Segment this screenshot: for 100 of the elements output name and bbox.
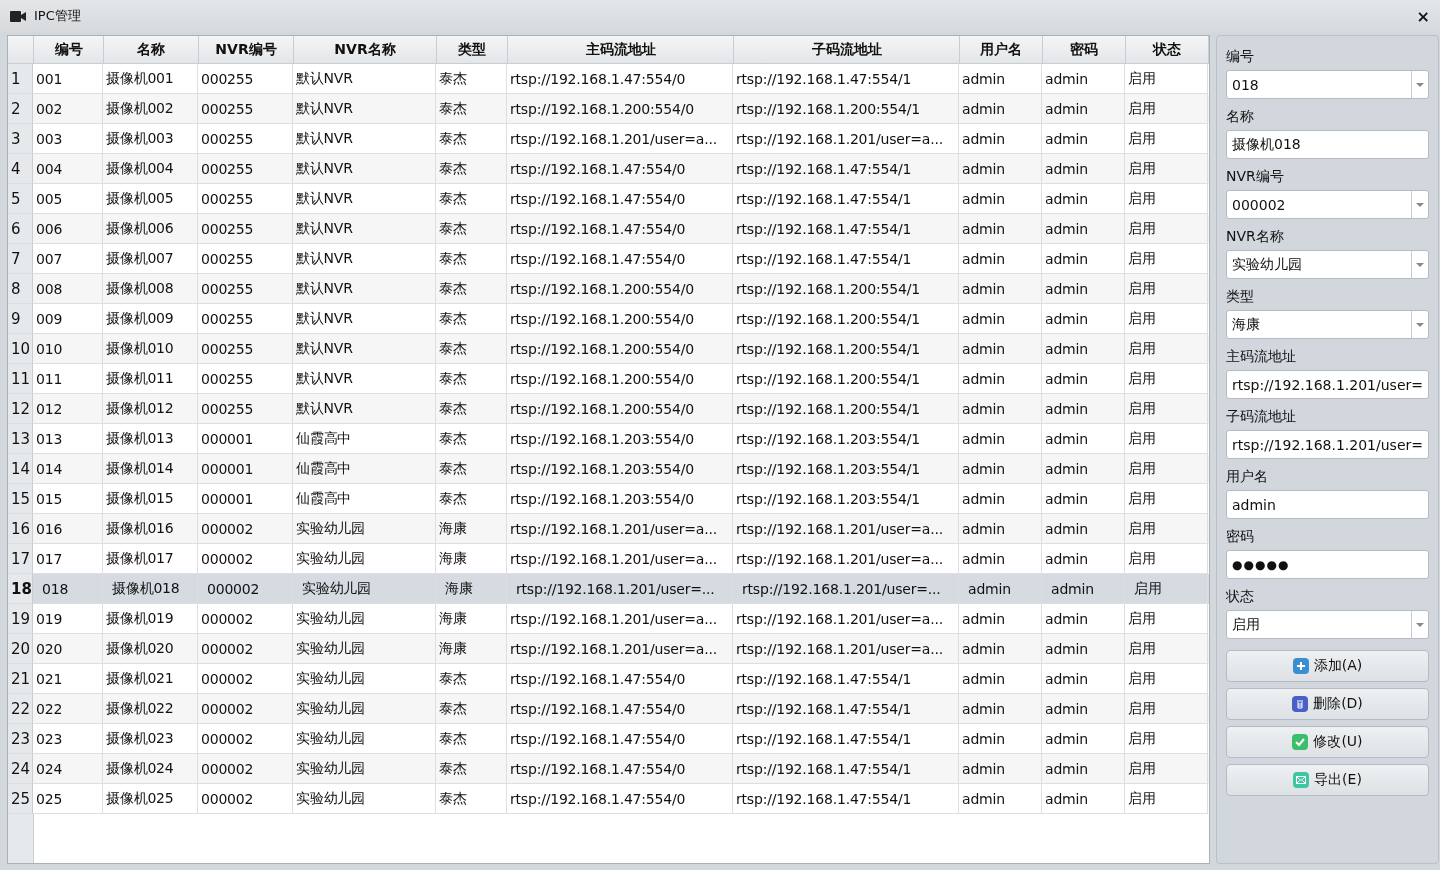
row-number[interactable]: 22 [8,694,33,724]
row-number[interactable]: 21 [8,664,33,694]
row-number[interactable]: 8 [8,274,33,304]
row-number[interactable]: 3 [8,124,33,154]
column-header[interactable]: 状态 [1126,36,1209,63]
action-button[interactable]: 添加(A) [1226,650,1429,682]
trash-icon [1292,696,1309,712]
row-number[interactable]: 5 [8,184,33,214]
field-label: 用户名 [1226,467,1269,486]
column-header[interactable]: 主码流地址 [508,36,734,63]
combo-box[interactable]: 018 [1226,70,1429,99]
row-number[interactable]: 17 [8,544,33,574]
column-header[interactable]: 类型 [437,36,508,63]
table-cell: 000002 [198,784,293,814]
field-label: 密码 [1226,527,1255,546]
dropdown-arrow-icon [1416,82,1424,87]
input-field[interactable]: rtsp://192.168.1.201/user= [1226,430,1429,459]
table-cell: 摄像机025 [103,784,198,814]
table-cell: admin [1042,784,1125,814]
row-number[interactable]: 24 [8,754,33,784]
column-header[interactable]: 名称 [104,36,199,63]
column-header[interactable]: 子码流地址 [734,36,960,63]
row-number[interactable]: 18 [8,574,33,604]
table-row[interactable]: 3 003 摄像机003 000255 默认NVR 泰杰 rtsp://192.168.1.201/user=a... rtsp://192.168.1.201/user=a... admin admin 启用 [8,124,1209,154]
table-row[interactable]: 5 005 摄像机005 000255 默认NVR 泰杰 rtsp://192.168.1.47:554/0 rtsp://192.168.1.47:554/1 admin admin 启用 [8,184,1209,214]
table-row[interactable]: 24 024 摄像机024 000002 实验幼儿园 泰杰 rtsp://192.168.1.47:554/0 rtsp://192.168.1.47:554/1 admin admin 启用 [8,754,1209,784]
column-header[interactable]: NVR名称 [294,36,437,63]
column-header[interactable]: 用户名 [960,36,1043,63]
table-row[interactable]: 23 023 摄像机023 000002 实验幼儿园 泰杰 rtsp://192.168.1.47:554/0 rtsp://192.168.1.47:554/1 admin admin 启用 [8,724,1209,754]
action-button[interactable]: 导出(E) [1226,764,1429,796]
combo-box[interactable]: 000002 [1226,190,1429,219]
envelope-icon [1293,772,1310,788]
column-header[interactable]: 编号 [34,36,104,63]
input-field[interactable]: admin [1226,490,1429,519]
row-number[interactable]: 10 [8,334,33,364]
dropdown-arrow-icon [1416,322,1424,327]
table-row[interactable]: 17 017 摄像机017 000002 实验幼儿园 海康 rtsp://192.168.1.201/user=a... rtsp://192.168.1.201/user=a... admin admin 启用 [8,544,1209,574]
input-field[interactable]: rtsp://192.168.1.201/user= [1226,370,1429,399]
table-row[interactable]: 25 025 摄像机025 000002 实验幼儿园 泰杰 rtsp://192.168.1.47:554/0 rtsp://192.168.1.47:554/1 admin admin 启用 [8,784,1209,814]
table-row[interactable]: 16 016 摄像机016 000002 实验幼儿园 海康 rtsp://192.168.1.201/user=a... rtsp://192.168.1.201/user=a... admin admin 启用 [8,514,1209,544]
table-row[interactable]: 18 018 摄像机018 000002 实验幼儿园 海康 rtsp://192.168.1.201/user=... rtsp://192.168.1.201/user=... admin admin 启用 [8,574,1209,604]
dropdown-arrow-icon [1416,202,1424,207]
field-label: 主码流地址 [1226,347,1297,366]
table-row[interactable]: 13 013 摄像机013 000001 仙霞高中 泰杰 rtsp://192.168.1.203:554/0 rtsp://192.168.1.203:554/1 admin admin 启用 [8,424,1209,454]
table-row[interactable]: 1 001 摄像机001 000255 默认NVR 泰杰 rtsp://192.168.1.47:554/0 rtsp://192.168.1.47:554/1 admin admin 启用 [8,64,1209,94]
row-number[interactable]: 4 [8,154,33,184]
field-label: NVR名称 [1226,227,1285,246]
row-number[interactable]: 20 [8,634,33,664]
window-title: IPC管理 [34,7,82,25]
column-header[interactable]: NVR编号 [199,36,294,63]
row-number[interactable]: 1 [8,64,33,94]
table-row[interactable]: 15 015 摄像机015 000001 仙霞高中 泰杰 rtsp://192.168.1.203:554/0 rtsp://192.168.1.203:554/1 admin admin 启用 [8,484,1209,514]
row-number[interactable]: 6 [8,214,33,244]
row-number[interactable]: 23 [8,724,33,754]
checkmark-icon [1292,734,1309,750]
table-row[interactable]: 7 007 摄像机007 000255 默认NVR 泰杰 rtsp://192.168.1.47:554/0 rtsp://192.168.1.47:554/1 admin admin 启用 [8,244,1209,274]
field-label: 编号 [1226,47,1255,66]
input-field[interactable]: 摄像机018 [1226,130,1429,159]
row-number[interactable]: 9 [8,304,33,334]
row-number[interactable]: 2 [8,94,33,124]
table-row[interactable]: 12 012 摄像机012 000255 默认NVR 泰杰 rtsp://192.168.1.200:554/0 rtsp://192.168.1.200:554/1 admin admin 启用 [8,394,1209,424]
table-cell: rtsp://192.168.1.47:554/1 [733,784,959,814]
table-row[interactable]: 11 011 摄像机011 000255 默认NVR 泰杰 rtsp://192.168.1.200:554/0 rtsp://192.168.1.200:554/1 admin admin 启用 [8,364,1209,394]
table-row[interactable]: 19 019 摄像机019 000002 实验幼儿园 海康 rtsp://192.168.1.201/user=a... rtsp://192.168.1.201/user=a... admin admin 启用 [8,604,1209,634]
action-button[interactable]: 修改(U) [1226,726,1429,758]
combo-box[interactable]: 实验幼儿园 [1226,250,1429,279]
combo-box[interactable]: 海康 [1226,310,1429,339]
row-header-strip [8,814,34,863]
dropdown-arrow-icon [1416,262,1424,267]
row-number[interactable]: 12 [8,394,33,424]
table-row[interactable]: 2 002 摄像机002 000255 默认NVR 泰杰 rtsp://192.168.1.200:554/0 rtsp://192.168.1.200:554/1 admin admin 启用 [8,94,1209,124]
table-row[interactable]: 21 021 摄像机021 000002 实验幼儿园 泰杰 rtsp://192.168.1.47:554/0 rtsp://192.168.1.47:554/1 admin admin 启用 [8,664,1209,694]
row-number[interactable]: 14 [8,454,33,484]
field-label: NVR编号 [1226,167,1285,186]
table-row[interactable]: 6 006 摄像机006 000255 默认NVR 泰杰 rtsp://192.168.1.47:554/0 rtsp://192.168.1.47:554/1 admin admin 启用 [8,214,1209,244]
table-row[interactable]: 20 020 摄像机020 000002 实验幼儿园 海康 rtsp://192.168.1.201/user=a... rtsp://192.168.1.201/user=a... admin admin 启用 [8,634,1209,664]
table-row[interactable]: 4 004 摄像机004 000255 默认NVR 泰杰 rtsp://192.168.1.47:554/0 rtsp://192.168.1.47:554/1 admin admin 启用 [8,154,1209,184]
table-row[interactable]: 9 009 摄像机009 000255 默认NVR 泰杰 rtsp://192.168.1.200:554/0 rtsp://192.168.1.200:554/1 admin admin 启用 [8,304,1209,334]
row-number[interactable]: 13 [8,424,33,454]
row-number[interactable]: 11 [8,364,33,394]
row-number[interactable]: 25 [8,784,33,814]
table-row[interactable]: 8 008 摄像机008 000255 默认NVR 泰杰 rtsp://192.168.1.200:554/0 rtsp://192.168.1.200:554/1 admin admin 启用 [8,274,1209,304]
row-number[interactable]: 16 [8,514,33,544]
row-number[interactable]: 15 [8,484,33,514]
combo-box[interactable]: 启用 [1226,610,1429,639]
table-row[interactable]: 14 014 摄像机014 000001 仙霞高中 泰杰 rtsp://192.168.1.203:554/0 rtsp://192.168.1.203:554/1 admin admin 启用 [8,454,1209,484]
action-button[interactable]: 删除(D) [1226,688,1429,720]
field-label: 子码流地址 [1226,407,1297,426]
plus-icon [1292,658,1309,674]
row-number[interactable]: 19 [8,604,33,634]
table-cell: 启用 [1125,784,1208,814]
column-header[interactable]: 密码 [1043,36,1126,63]
password-field[interactable]: ●●●●● [1226,550,1429,579]
table-row[interactable]: 22 022 摄像机022 000002 实验幼儿园 泰杰 rtsp://192.168.1.47:554/0 rtsp://192.168.1.47:554/1 admin admin 启用 [8,694,1209,724]
table-row[interactable]: 10 010 摄像机010 000255 默认NVR 泰杰 rtsp://192.168.1.200:554/0 rtsp://192.168.1.200:554/1 admin admin 启用 [8,334,1209,364]
close-button[interactable]: × [1416,6,1430,26]
row-number[interactable]: 7 [8,244,33,274]
table-cell: 实验幼儿园 [293,784,436,814]
field-label: 名称 [1226,107,1255,126]
table-cell: 025 [33,784,103,814]
